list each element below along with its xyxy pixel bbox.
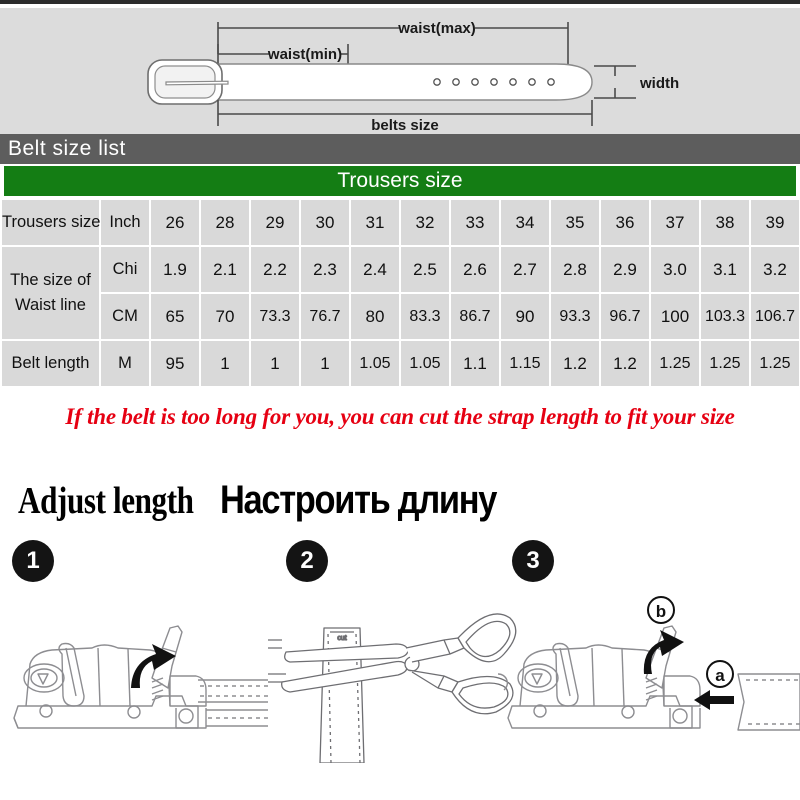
row-unit-cm: CM	[101, 294, 149, 339]
step-1-badge: 1	[12, 540, 54, 582]
waist-line-label-1: The size of	[10, 271, 91, 290]
table-row: Belt length M 95 1 1 1 1.05 1.05 1.1 1.1…	[2, 341, 799, 386]
cell-r3c12: 1.25	[751, 341, 799, 386]
table-row: The size of Waist line Chi 1.9 2.1 2.2 2…	[2, 247, 799, 339]
cell-r0c9: 36	[601, 200, 649, 245]
cell-r0c8: 35	[551, 200, 599, 245]
cell-r0c10: 37	[651, 200, 699, 245]
cell-r0c4: 31	[351, 200, 399, 245]
cell-r1c10: 3.0	[651, 247, 699, 292]
cell-r2c3: 76.7	[301, 294, 349, 339]
cell-r2c7: 90	[501, 294, 549, 339]
cell-r3c11: 1.25	[701, 341, 749, 386]
cut-strap-note: If the belt is too long for you, you can…	[65, 404, 735, 429]
cell-r2c1: 70	[201, 294, 249, 339]
step-1: 1	[0, 538, 270, 768]
cell-r3c10: 1.25	[651, 341, 699, 386]
cell-r1c7: 2.7	[501, 247, 549, 292]
cell-r2c11: 103.3	[701, 294, 749, 339]
step-2: 2 cut	[268, 538, 518, 768]
waist-line-label-2: Waist line	[15, 296, 86, 314]
cell-r1c1: 2.1	[201, 247, 249, 292]
heading-english: Adjust length	[18, 480, 194, 522]
cell-r1c8: 2.8	[551, 247, 599, 292]
cell-r2c8: 93.3	[551, 294, 599, 339]
row-unit-inch: Inch	[101, 200, 149, 245]
cell-r3c7: 1.15	[501, 341, 549, 386]
cell-r1c12: 3.2	[751, 247, 799, 292]
cell-r2c10: 100	[651, 294, 699, 339]
cell-r3c8: 1.2	[551, 341, 599, 386]
cell-r0c7: 34	[501, 200, 549, 245]
cell-r0c12: 39	[751, 200, 799, 245]
width-label: width	[639, 75, 679, 92]
belt-measurement-diagram: waist(max) waist(min) belts size width	[0, 8, 800, 134]
step-2-badge: 2	[286, 540, 328, 582]
cell-r3c2: 1	[251, 341, 299, 386]
cell-r3c0: 95	[151, 341, 199, 386]
cell-r1c5: 2.5	[401, 247, 449, 292]
cell-r1c3: 2.3	[301, 247, 349, 292]
trousers-size-header: Trousers size	[4, 166, 796, 196]
cell-r2c0: 65	[151, 294, 199, 339]
waist-max-label: waist(max)	[397, 20, 476, 37]
table-row: CM 65 70 73.3 76.7 80 83.3 86.7 90 93.3 …	[2, 294, 799, 339]
cell-r2c4: 80	[351, 294, 399, 339]
step-2-illustration: cut	[268, 613, 517, 763]
cell-r2c5: 83.3	[401, 294, 449, 339]
cell-r0c1: 28	[201, 200, 249, 245]
cell-r3c3: 1	[301, 341, 349, 386]
cell-r0c6: 33	[451, 200, 499, 245]
cell-r1c2: 2.2	[251, 247, 299, 292]
trousers-size-title: Trousers size	[337, 169, 463, 192]
svg-text:cut: cut	[337, 635, 346, 642]
cell-r0c0: 26	[151, 200, 199, 245]
belt-strap-shape	[147, 59, 593, 105]
cell-r1c0: 1.9	[151, 247, 199, 292]
width-dimension	[594, 65, 636, 99]
row-label-belt-length: Belt length	[2, 341, 99, 386]
step-1-illustration	[13, 625, 268, 729]
step-3: 3 b a	[498, 538, 800, 768]
cell-r2c2: 73.3	[251, 294, 299, 339]
row-label-trousers-size: Trousers size	[2, 200, 100, 245]
heading-russian: Настроить длину	[220, 478, 497, 522]
cell-r0c3: 30	[301, 200, 349, 245]
belt-diagram-svg: waist(max) waist(min) belts size width	[147, 20, 679, 134]
row-unit-chi: Chi	[101, 247, 149, 292]
belt-size-table: Trousers size Inch 26 28 29 30 31 32 33 …	[0, 198, 800, 388]
top-border-strip	[0, 0, 800, 4]
cell-r2c12: 106.7	[751, 294, 799, 339]
table-row: Trousers size Inch 26 28 29 30 31 32 33 …	[2, 200, 799, 245]
cell-r2c6: 86.7	[451, 294, 499, 339]
cell-r0c5: 32	[401, 200, 449, 245]
cell-r1c6: 2.6	[451, 247, 499, 292]
row-label-waist-line: The size of Waist line	[2, 247, 99, 339]
callout-a-label: a	[715, 666, 725, 685]
callout-b-label: b	[656, 602, 666, 621]
cell-r1c4: 2.4	[351, 247, 399, 292]
belts-size-label: belts size	[371, 117, 439, 134]
cell-r3c6: 1.1	[451, 341, 499, 386]
step-3-illustration: b a	[498, 596, 800, 731]
step-3-badge: 3	[512, 540, 554, 582]
cell-r3c5: 1.05	[401, 341, 449, 386]
cell-r0c11: 38	[701, 200, 749, 245]
waist-min-label: waist(min)	[267, 46, 342, 63]
row-unit-m: M	[101, 341, 149, 386]
belt-size-list-header: Belt size list	[0, 134, 800, 164]
adjust-length-headings: Adjust length Настроить длину	[18, 478, 541, 523]
cell-r1c11: 3.1	[701, 247, 749, 292]
adjust-length-steps: 1 2 cut 3 b a	[0, 538, 800, 768]
cell-r3c9: 1.2	[601, 341, 649, 386]
cell-r1c9: 2.9	[601, 247, 649, 292]
cell-r0c2: 29	[251, 200, 299, 245]
cell-r2c9: 96.7	[601, 294, 649, 339]
belt-size-list-title: Belt size list	[8, 137, 126, 160]
cell-r3c4: 1.05	[351, 341, 399, 386]
cell-r3c1: 1	[201, 341, 249, 386]
